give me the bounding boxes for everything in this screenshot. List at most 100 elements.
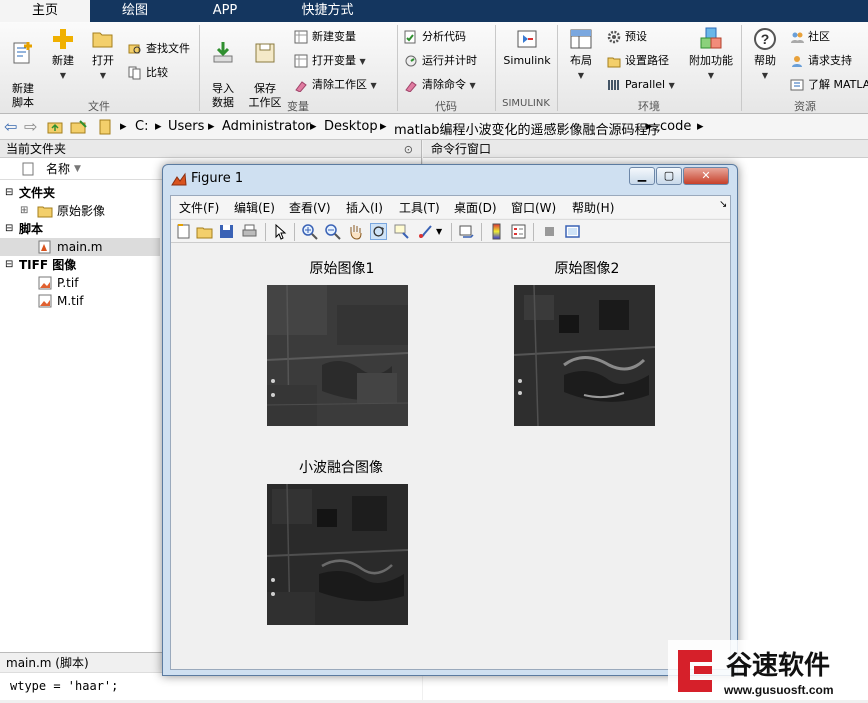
file-item-main-m[interactable]: main.m — [0, 238, 160, 256]
pointer-icon[interactable] — [272, 223, 289, 240]
new-variable-button[interactable]: 新建变量 — [294, 28, 356, 46]
colorbar-icon[interactable] — [488, 223, 505, 240]
tab-home[interactable]: 主页 — [0, 0, 90, 22]
collapse-icon[interactable]: ⊟ — [5, 256, 13, 274]
figure-window: Figure 1 ▁ ▢ ✕ 文件(F) 编辑(E) 查看(V) 插入(I) 工… — [162, 164, 738, 676]
preferences-button[interactable]: 预设 — [607, 28, 647, 46]
new-figure-icon[interactable] — [175, 223, 192, 240]
simulink-button[interactable]: Simulink — [501, 26, 553, 68]
data-cursor-icon[interactable] — [393, 223, 410, 240]
menu-desktop[interactable]: 桌面(D) — [454, 199, 497, 216]
breadcrumb-desktop[interactable]: Desktop — [324, 119, 378, 134]
add-ons-button[interactable]: 附加功能 ▼ — [686, 26, 736, 83]
maximize-button[interactable]: ▢ — [656, 167, 682, 185]
collapse-icon[interactable]: ⊟ — [5, 220, 13, 238]
forward-arrow-icon[interactable]: ⇨ — [24, 117, 37, 136]
figure-toolbar: ▼ — [171, 219, 730, 243]
open-file-icon[interactable] — [196, 223, 213, 240]
figure-menubar: 文件(F) 编辑(E) 查看(V) 插入(I) 工具(T) 桌面(D) 窗口(W… — [171, 196, 730, 218]
folder-item-original-images[interactable]: ⊞ 原始影像 — [0, 202, 160, 220]
satellite-image-original-2 — [514, 285, 655, 426]
parallel-button[interactable]: Parallel ▼ — [607, 76, 675, 94]
parallel-dropdown-icon: ▼ — [668, 81, 675, 90]
show-plot-tools-icon[interactable] — [564, 223, 581, 240]
breadcrumb-users[interactable]: Users — [168, 119, 204, 134]
breadcrumb-administrator[interactable]: Administrator — [222, 119, 311, 134]
svg-text:谷速软件: 谷速软件 — [726, 651, 830, 681]
brush-icon[interactable] — [417, 223, 434, 240]
close-button[interactable]: ✕ — [683, 167, 729, 185]
file-item-p-tif[interactable]: P.tif — [0, 274, 160, 292]
panel-menu-icon[interactable]: ⊙ — [404, 141, 413, 159]
new-label: 新建 — [52, 54, 74, 67]
breadcrumb-drive[interactable]: C: — [135, 119, 148, 134]
tab-shortcuts[interactable]: 快捷方式 — [270, 0, 385, 22]
menu-help[interactable]: 帮助(H) — [572, 199, 614, 216]
hide-plot-tools-icon[interactable] — [541, 223, 558, 240]
tab-plots[interactable]: 绘图 — [90, 0, 180, 22]
clear-workspace-button[interactable]: 清除工作区 ▼ — [294, 76, 377, 94]
file-item-m-tif[interactable]: M.tif — [0, 292, 160, 310]
breadcrumb-separator-icon: ▸ — [208, 119, 215, 134]
compare-button[interactable]: 比较 — [128, 64, 168, 82]
open-variable-button[interactable]: 打开变量 ▼ — [294, 52, 366, 70]
image-file-icon — [38, 294, 52, 308]
learn-matlab-button[interactable]: 了解 MATLA — [790, 76, 868, 94]
open-button[interactable]: 打开 ▼ — [80, 26, 126, 83]
save-workspace-icon — [255, 43, 275, 63]
address-bar: ⇦ ⇨ ▸ C: ▸ Users ▸ Administrator ▸ Deskt… — [0, 114, 868, 140]
community-button[interactable]: 社区 — [790, 28, 830, 46]
file-type-column-icon — [22, 162, 34, 176]
sort-arrow-icon[interactable]: ▼ — [74, 158, 81, 180]
menubar-dock-icon[interactable]: ↘ — [719, 199, 727, 210]
community-icon — [791, 32, 804, 43]
help-button[interactable]: ? 帮助 ▼ — [742, 26, 788, 83]
matlab-script-icon — [38, 240, 51, 254]
up-folder-icon[interactable] — [47, 119, 63, 135]
minimize-button[interactable]: ▁ — [629, 167, 655, 185]
clear-commands-label: 清除命令 — [422, 78, 466, 91]
zoom-in-icon[interactable] — [301, 223, 318, 240]
legend-icon[interactable] — [510, 223, 527, 240]
analyze-code-button[interactable]: 分析代码 — [404, 28, 466, 46]
menu-file[interactable]: 文件(F) — [179, 199, 219, 216]
find-files-button[interactable]: 查找文件 — [128, 40, 190, 58]
name-column-header[interactable]: 名称 — [46, 158, 70, 180]
rotate-3d-icon[interactable] — [370, 223, 387, 240]
menu-tools[interactable]: 工具(T) — [399, 199, 440, 216]
tiff-group-header[interactable]: ⊟ TIFF 图像 — [0, 256, 160, 274]
menu-window[interactable]: 窗口(W) — [511, 199, 556, 216]
clear-commands-dropdown-icon: ▼ — [469, 81, 476, 90]
tab-apps[interactable]: APP — [180, 0, 270, 22]
back-arrow-icon[interactable]: ⇦ — [4, 117, 17, 136]
request-support-button[interactable]: 请求支持 — [790, 52, 852, 70]
save-icon[interactable] — [218, 223, 235, 240]
browse-folder-icon[interactable] — [70, 119, 88, 135]
clear-commands-button[interactable]: 清除命令 ▼ — [404, 76, 476, 94]
support-icon — [792, 56, 802, 67]
run-and-time-button[interactable]: 运行并计时 — [404, 52, 477, 70]
print-icon[interactable] — [241, 223, 258, 240]
menu-insert[interactable]: 插入(I) — [346, 199, 383, 216]
folder-group-header[interactable]: ⊟ 文件夹 — [0, 184, 160, 202]
zoom-out-icon[interactable] — [324, 223, 341, 240]
menu-edit[interactable]: 编辑(E) — [234, 199, 275, 216]
set-path-label: 设置路径 — [625, 54, 669, 67]
collapse-icon[interactable]: ⊟ — [5, 184, 13, 202]
gusuosft-logo-icon: 谷速软件 www.gusuosft.com — [668, 640, 868, 700]
parallel-icon — [608, 80, 619, 90]
script-group-header[interactable]: ⊟ 脚本 — [0, 220, 160, 238]
set-path-button[interactable]: 设置路径 — [607, 52, 669, 70]
menu-view[interactable]: 查看(V) — [289, 199, 331, 216]
compare-icon — [128, 66, 141, 80]
layout-button[interactable]: 布局 ▼ — [558, 26, 604, 83]
breadcrumb-project-folder[interactable]: matlab编程小波变化的遥感影像融合源码程序 — [394, 119, 661, 138]
breadcrumb-code[interactable]: code — [660, 119, 691, 134]
pan-hand-icon[interactable] — [347, 223, 364, 240]
link-plot-icon[interactable] — [458, 223, 475, 240]
expand-icon[interactable]: ⊞ — [20, 202, 28, 220]
layout-dropdown-icon: ▼ — [577, 71, 585, 80]
toolbar-separator — [294, 223, 295, 241]
subplot-image-original-2 — [514, 285, 655, 426]
import-data-icon — [213, 42, 233, 63]
